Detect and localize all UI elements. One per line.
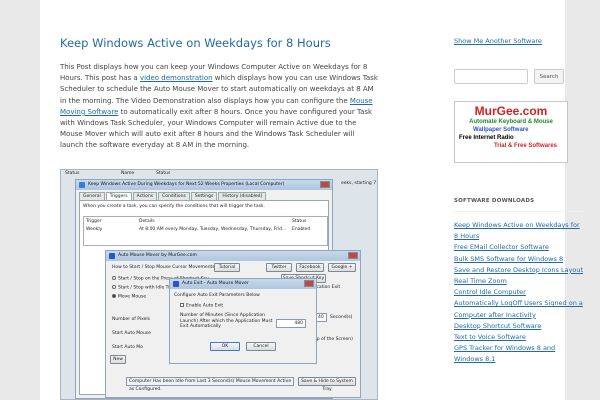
search-input[interactable] [454,69,528,84]
search-form: Search [454,69,584,84]
download-link[interactable]: GPS Tracker for Windows 8 and Windows 8.… [454,344,555,363]
download-link[interactable]: Free EMail Collector Software [454,243,549,251]
clock-icon [79,182,85,188]
col-trigger: Trigger [86,219,102,224]
ok-button[interactable]: OK [210,342,240,351]
status-bar: Computer Has been Idle from Last 3 Secon… [126,377,294,392]
tab-history[interactable]: History (disabled) [218,192,267,200]
row-status[interactable]: Enabled [292,227,310,232]
list-item: Save and Restore Desktop Icons Layout [454,265,584,276]
tab-triggers[interactable]: Triggers [105,192,132,200]
save-hide-button[interactable]: Save & Hide to System Tray [298,377,356,392]
task-window-title: Keep Windows Active During Weekdays for … [88,182,285,187]
close-icon[interactable] [348,252,358,259]
list-item: Desktop Shortcut Software [454,321,584,332]
row-trigger[interactable]: Weekly [86,227,102,232]
enable-auto-exit[interactable]: Enable Auto Exit [180,303,223,309]
ad-line-2: Wallpaper Software [473,127,529,133]
row-details[interactable]: At 8:00 AM every Monday, Tuesday, Wednes… [139,227,286,232]
list-item: Control Idle Computer [454,287,584,298]
tab-actions[interactable]: Actions [132,192,158,200]
close-icon[interactable] [320,181,330,188]
ad-line-3: Free Internet Radio [459,135,514,141]
list-item: Keep Windows Active on Weekdays for 8 Ho… [454,220,584,242]
list-item: GPS Tracker for Windows 8 and Windows 8.… [454,343,584,365]
app-icon [109,253,115,259]
top-of-screen-label: Top of the Screen) [312,337,353,342]
bg-header-name: Name [121,171,135,176]
search-button[interactable]: Search [534,69,564,84]
tab-conditions[interactable]: Conditions [158,192,190,200]
google-plus-button[interactable]: Google + [328,263,356,272]
how-to-label: How to Start / Stop Mouse Cursor Movemen… [112,265,215,270]
tutorial-button[interactable]: Tutorial [214,263,240,272]
ad-brand: MurGee.com [474,104,548,118]
list-item: Free EMail Collector Software [454,242,584,253]
exit-dialog-titlebar: Auto Exit - Auto Mouse Mover [170,279,316,289]
show-me-another-software-link[interactable]: Show Me Another Software [454,37,542,45]
task-tabs: General Triggers Actions Conditions Sett… [76,190,332,200]
sidebar: Show Me Another Software Search MurGee.c… [454,37,584,366]
app-icon [173,281,179,287]
facebook-button[interactable]: Facebook [296,263,324,272]
download-link[interactable]: Keep Windows Active on Weekdays for 8 Ho… [454,221,580,240]
download-link[interactable]: Save and Restore Desktop Icons Layout [454,266,583,274]
list-item: Text to Voice Software [454,332,584,343]
cancel-button[interactable]: Cancel [246,342,276,351]
tab-general[interactable]: General [79,192,105,200]
option-idle[interactable]: Start / Stop with Idle Time [112,285,177,291]
embedded-screenshot: Status Name Status eeks, starting 7 Keep… [60,169,378,400]
post-body: This Post displays how you can keep your… [60,62,380,152]
close-icon[interactable] [304,280,314,287]
col-details: Details [139,219,155,224]
exit-heading: Configure Auto Exit Parameters Below [174,293,260,298]
bg-right-text: eeks, starting 7 [341,181,377,186]
list-item: Bulk SMS Software for Windows 8 [454,254,584,265]
list-item: Real Time Zoom [454,276,584,287]
download-link[interactable]: Real Time Zoom [454,277,507,285]
number-of-pixels-label: Number of Pixels [112,317,151,322]
checkbox-icon[interactable] [180,303,184,307]
software-downloads-heading: SOFTWARE DOWNLOADS [454,198,584,212]
bg-row-status: Status [156,171,171,176]
download-link[interactable]: Bulk SMS Software for Windows 8 [454,255,563,263]
download-link[interactable]: Desktop Shortcut Software [454,322,541,330]
minutes-field[interactable]: 480 [276,319,306,328]
post-title[interactable]: Keep Windows Active on Weekdays for 8 Ho… [60,36,380,51]
radio-icon[interactable] [112,285,116,289]
tab-settings[interactable]: Settings [190,192,218,200]
triggers-table: Trigger Details Status Weekly At 8:00 AM… [83,216,328,246]
seconds-label: Second(s) [330,315,353,320]
bg-header-status: Status [65,171,80,176]
ad-line-1: Automate Keyboard & Mouse [469,119,553,125]
task-window-titlebar: Keep Windows Active During Weekdays for … [76,180,332,190]
mover-title: Auto Mouse Mover by MurGee.com [118,253,197,258]
twitter-button[interactable]: Twitter [266,263,292,272]
download-link[interactable]: Control Idle Computer [454,288,526,296]
ad-line-4: Trial & Free Softwares [493,143,557,149]
col-status: Status [292,219,307,224]
list-item: Automatically LogOff Users Signed on a C… [454,298,584,320]
downloads-list: Keep Windows Active on Weekdays for 8 Ho… [454,220,584,366]
option-move[interactable]: Move Mouse [112,294,146,300]
option-idle-label: Start / Stop with Idle Time [118,285,177,291]
option-move-label: Move Mouse [118,294,147,300]
auto-exit-dialog: Auto Exit - Auto Mouse Mover Configure A… [169,278,317,364]
enable-auto-exit-label: Enable Auto Exit [186,303,224,309]
mover-titlebar: Auto Mouse Mover by MurGee.com [106,251,360,261]
radio-icon[interactable] [112,294,116,298]
download-link[interactable]: Text to Voice Software [454,333,526,341]
start-auto-mouse-label-2: Start Auto Mo [112,345,143,350]
post-content: Keep Windows Active on Weekdays for 8 Ho… [60,36,380,152]
start-auto-mouse-label: Start Auto Mouse [112,331,151,336]
murgee-ad-banner[interactable]: MurGee.com Automate Keyboard & Mouse Wal… [454,101,568,163]
download-link[interactable]: Automatically LogOff Users Signed on a C… [454,299,583,318]
triggers-desc: When you create a task, you can specify … [83,204,265,209]
new-button[interactable]: New [110,355,126,364]
video-demo-link[interactable]: video demonstration [140,74,213,82]
exit-dialog-title: Auto Exit - Auto Mouse Mover [182,281,249,286]
minutes-label: Number of Minutes (Since Application Lau… [180,313,273,329]
radio-icon[interactable] [112,276,116,280]
